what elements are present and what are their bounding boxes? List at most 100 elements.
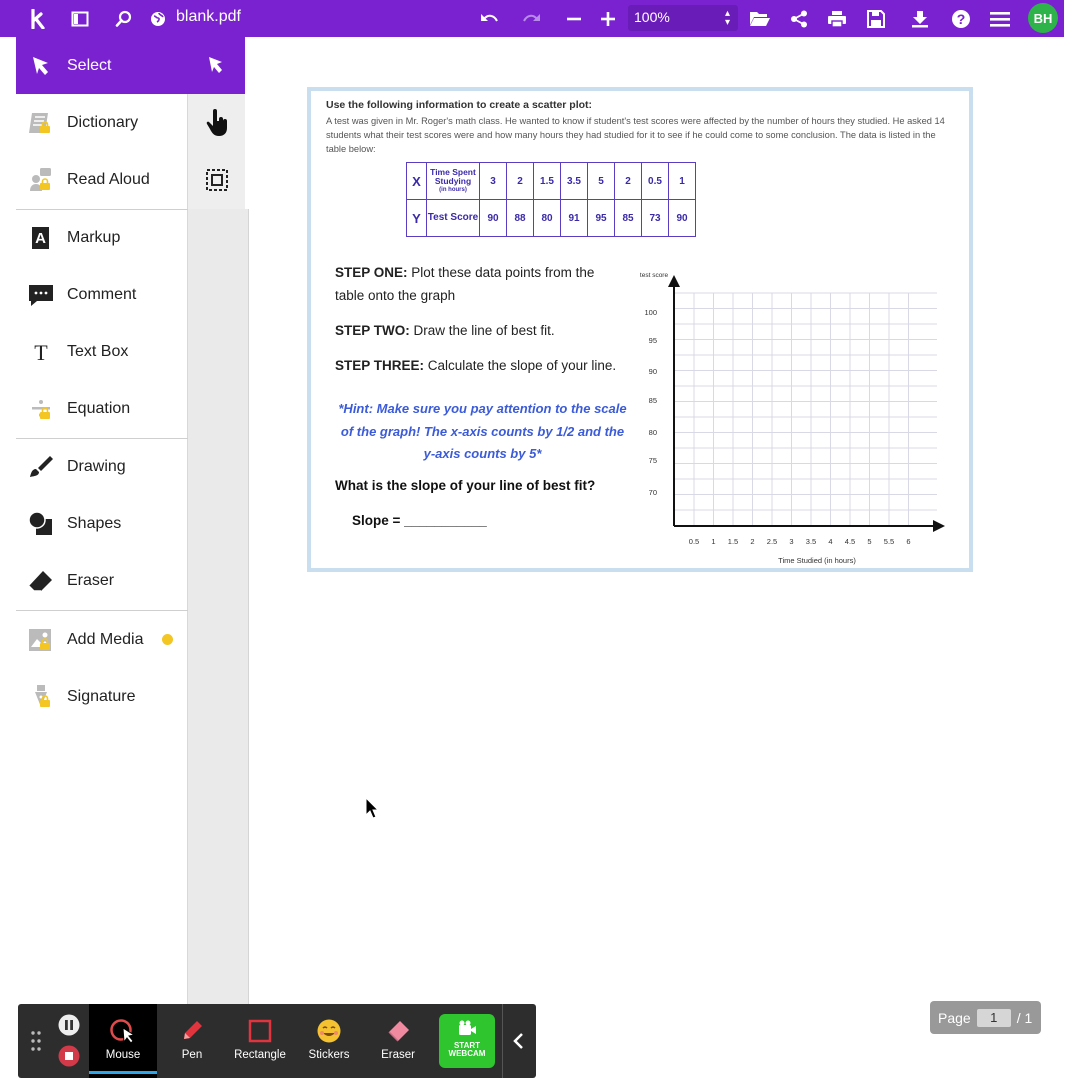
screen-recorder-toolbar: Mouse Pen Rectangle Stickers Eraser STAR… [18,1004,536,1078]
help-icon[interactable]: ? [950,0,972,37]
share-icon[interactable] [788,0,810,37]
area-select-icon [205,168,228,191]
kami-logo-icon[interactable] [28,0,50,37]
file-name: blank.pdf [176,8,241,25]
table-cell: 2 [614,162,642,200]
sidebar-item-drawing[interactable]: Drawing [16,438,188,495]
x-tick-label: 1 [711,537,715,546]
sidebar-item-shapes[interactable]: Shapes [16,495,188,552]
lock-icon [40,637,50,650]
x-tick-label: 2.5 [767,537,777,546]
comment-icon [26,280,56,310]
recorder-tool-pen[interactable]: Pen [158,1004,226,1078]
sidebar-item-select[interactable]: Select [16,37,188,94]
new-badge-dot [162,634,173,645]
page-number-input[interactable]: 1 [976,1008,1011,1027]
worksheet-heading: Use the following information to create … [326,99,593,111]
svg-text:A: A [35,230,46,247]
pen-icon [179,1018,205,1044]
recorder-tool-eraser[interactable]: Eraser [364,1004,432,1078]
mouse-cursor-icon [365,796,380,824]
pan-hand-button[interactable] [188,94,245,151]
sidebar-item-label: Eraser [67,571,115,589]
select-arrow-button[interactable] [188,37,245,94]
sidebar-item-signature[interactable]: Signature [16,668,188,725]
zoom-arrows-icon: ▴ ▾ [724,8,730,28]
x-tick-label: 4.5 [845,537,855,546]
hint-text: *Hint: Make sure you pay attention to th… [338,401,627,461]
sidebar-item-dictionary[interactable]: Dictionary [16,94,188,151]
zoom-in-icon[interactable] [599,0,617,37]
right-margin [1064,0,1080,1080]
y-tick-label: 75 [649,456,657,465]
recorder-tool-label: Rectangle [234,1049,286,1061]
sidebar-item-read-aloud[interactable]: Read Aloud [16,151,188,208]
sidebar-item-markup[interactable]: A Markup [16,209,188,266]
undo-icon[interactable] [477,0,501,37]
y-tick-labels: 100 95 90 85 80 75 70 [644,308,657,497]
sidebar-item-eraser[interactable]: Eraser [16,552,188,609]
sidebar-item-label: Add Media [67,630,144,648]
brush-icon [26,452,56,482]
start-webcam-button[interactable]: START WEBCAM [439,1014,495,1068]
user-avatar[interactable]: BH [1028,3,1058,33]
toggle-sidebar-icon[interactable] [69,0,91,37]
y-tick-label: 100 [644,308,657,317]
table-cell: 0.5 [641,162,669,200]
zoom-select[interactable]: 100% ▴ ▾ [628,5,738,31]
slope-question: What is the slope of your line of best f… [335,478,596,493]
recorder-tool-label: Stickers [308,1049,350,1061]
page-total: / 1 [1016,1009,1033,1026]
highlighter-icon: A [26,223,56,253]
eraser-icon [26,566,56,596]
x-tick-label: 2 [750,537,754,546]
table-x-label: X [406,162,427,200]
search-icon[interactable] [113,0,135,37]
recorder-tool-rectangle[interactable]: Rectangle [226,1004,294,1078]
lock-icon [40,177,50,190]
recorder-tool-mouse[interactable]: Mouse [89,1004,157,1078]
x-tick-label: 4 [828,537,832,546]
print-icon[interactable] [826,0,848,37]
x-axis-title: Time Studied (in hours) [778,556,856,565]
zoom-out-icon[interactable] [565,0,583,37]
collapse-chevron-icon[interactable] [512,1032,524,1055]
pdf-page[interactable]: Use the following information to create … [307,87,973,572]
sidebar-item-label: Read Aloud [67,170,150,188]
sidebar-item-comment[interactable]: Comment [16,266,188,323]
table-cell: 3 [479,162,507,200]
sidebar-item-text-box[interactable]: T Text Box [16,323,188,380]
x-tick-label: 0.5 [689,537,699,546]
sidebar-item-equation[interactable]: Equation [16,380,188,437]
top-toolbar: blank.pdf 100% ▴ ▾ ? BH [0,0,1064,37]
table-cell: 90 [668,199,696,237]
page-label: Page [938,1009,971,1026]
x-tick-label: 5.5 [884,537,894,546]
x-axis-arrow-icon [933,520,945,532]
table-y-header: Test Score [426,199,480,237]
y-tick-label: 80 [649,428,657,437]
menu-icon[interactable] [989,0,1011,37]
lock-icon [40,406,50,419]
area-select-button[interactable] [188,151,245,208]
smiley-icon [316,1018,342,1044]
svg-text:T: T [34,340,48,365]
drag-handle-icon[interactable] [31,1031,41,1056]
redo-icon[interactable] [520,0,544,37]
sidebar-item-add-media[interactable]: Add Media [16,611,188,668]
open-folder-icon[interactable] [748,0,772,37]
save-icon[interactable] [865,0,887,37]
recorder-tool-stickers[interactable]: Stickers [295,1004,363,1078]
table-cell: 95 [587,199,615,237]
mouse-cursor-icon [110,1018,136,1044]
x-tick-label: 3 [789,537,793,546]
svg-text:?: ? [957,11,966,27]
eraser-icon [385,1018,411,1044]
sidebar-item-label: Comment [67,285,137,303]
recorder-tool-label: Mouse [105,1049,141,1061]
stop-record-icon[interactable] [58,1045,80,1072]
download-icon[interactable] [909,0,931,37]
active-indicator [89,1071,157,1074]
pause-icon[interactable] [58,1014,80,1041]
table-x-header: Time Spent Studying (in hours) [426,162,480,200]
